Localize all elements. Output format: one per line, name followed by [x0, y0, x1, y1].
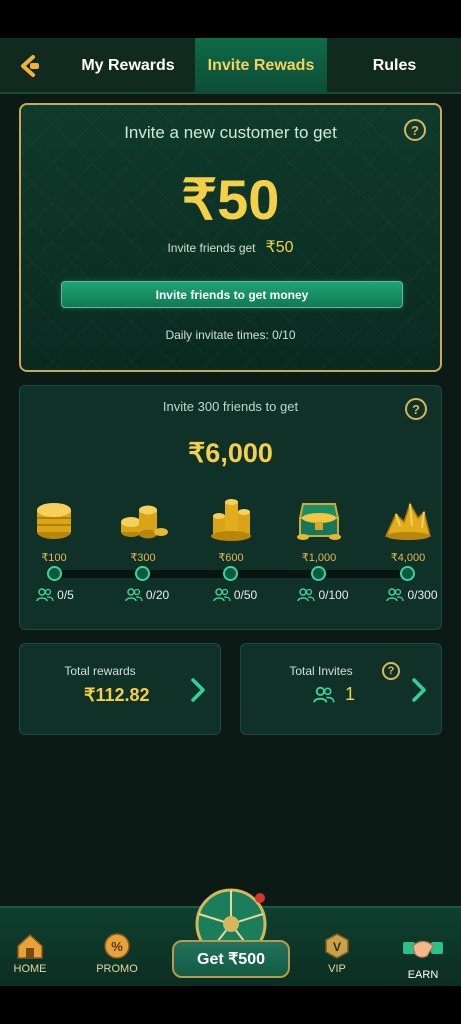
svg-text:V: V — [333, 940, 341, 954]
milestone-title: Invite 300 friends to get — [162, 399, 299, 414]
milestone-help-button[interactable]: ? — [405, 398, 427, 420]
system-nav-area — [0, 986, 461, 1024]
total-invites-row: 1 — [313, 684, 355, 705]
treasure-chest-icon — [297, 503, 341, 540]
tier-5: ₹4,000 — [378, 496, 438, 564]
invite-reward-amount: ₹50 — [181, 168, 280, 231]
tier-2: ₹300 — [113, 496, 173, 564]
tier-count: 0/100 — [288, 588, 358, 602]
question-icon: ? — [405, 398, 427, 420]
chevron-right-icon — [412, 678, 426, 702]
tier-count: 0/5 — [20, 588, 90, 602]
promo-icon: % — [104, 933, 130, 959]
milestone-card: Invite 300 friends to get ? ₹6,000 ₹100 … — [19, 385, 442, 630]
total-rewards-card[interactable]: Total rewards ₹112.82 — [19, 643, 221, 735]
tab-my-rewards[interactable]: My Rewards — [62, 38, 194, 94]
daily-invite-label: Daily invitate times: — [165, 328, 269, 342]
friends-get-label: Invite friends get — [167, 241, 256, 255]
tab-invite-rewards[interactable]: Invite Rewads — [195, 38, 327, 94]
tier-count: 0/300 — [377, 588, 447, 602]
svg-text:%: % — [111, 939, 123, 954]
milestone-dot — [311, 566, 326, 581]
users-icon — [125, 588, 143, 602]
invite-card-title: Invite a new customer to get — [124, 123, 337, 142]
milestone-dot — [47, 566, 62, 581]
users-icon — [36, 588, 54, 602]
users-icon — [213, 588, 231, 602]
tier-count: 0/50 — [200, 588, 270, 602]
tier-1: ₹100 — [24, 496, 84, 564]
milestone-dot — [223, 566, 238, 581]
invite-card: Invite a new customer to get ? ₹50 Invit… — [19, 103, 442, 372]
tier-count: 0/20 — [112, 588, 182, 602]
users-icon — [313, 686, 335, 703]
daily-invite-times: Daily invitate times: 0/10 — [21, 328, 440, 342]
friends-get-row: Invite friends get ₹50 — [21, 237, 440, 257]
tier-prize: ₹600 — [218, 552, 244, 564]
back-button[interactable] — [16, 52, 44, 80]
nav-vip-label: VIP — [328, 963, 346, 975]
milestone-dot — [400, 566, 415, 581]
vip-icon: V — [325, 933, 349, 959]
question-icon: ? — [404, 119, 426, 141]
get-bonus-button[interactable]: Get ₹500 — [172, 884, 290, 978]
total-rewards-value: ₹112.82 — [84, 685, 150, 705]
milestone-amount: ₹6,000 — [188, 438, 273, 468]
prize-wheel-icon — [195, 888, 267, 948]
milestone-dot — [135, 566, 150, 581]
coin-stack-icon — [37, 503, 71, 539]
status-bar — [0, 0, 461, 38]
invites-help-button[interactable]: ? — [382, 662, 400, 680]
tab-bar: My Rewards Invite Rewads Rules — [0, 38, 461, 94]
friends-get-amount: ₹50 — [265, 239, 294, 256]
tier-4: ₹1,000 — [289, 496, 349, 564]
total-rewards-label: Total rewards — [64, 664, 136, 678]
gold-mountain-icon — [384, 502, 431, 540]
tier-prize: ₹4,000 — [390, 552, 426, 564]
users-icon — [297, 588, 316, 602]
nav-home-label: HOME — [13, 963, 47, 975]
nav-home[interactable]: HOME — [0, 932, 62, 975]
tier-prize: ₹100 — [41, 552, 67, 564]
chevron-right-icon — [191, 678, 205, 702]
invite-help-button[interactable]: ? — [404, 119, 426, 141]
get-bonus-label: Get ₹500 — [172, 940, 290, 978]
total-invites-card[interactable]: Total Invites ? 1 — [240, 643, 442, 735]
coin-pile-icon — [121, 505, 168, 539]
nav-earn[interactable]: EARN — [391, 932, 455, 981]
tier-3: ₹600 — [201, 496, 261, 564]
users-icon — [386, 588, 405, 602]
nav-promo-label: PROMO — [96, 963, 138, 975]
invite-friends-button[interactable]: Invite friends to get money — [61, 281, 403, 308]
nav-earn-label: EARN — [407, 969, 439, 981]
tier-prize: ₹1,000 — [301, 552, 337, 564]
tab-rules[interactable]: Rules — [328, 38, 461, 94]
handshake-icon — [403, 940, 443, 958]
tier-prize: ₹300 — [130, 552, 156, 564]
back-arrow-icon — [21, 55, 39, 77]
question-icon: ? — [382, 662, 400, 680]
total-invites-value: 1 — [345, 684, 356, 704]
daily-invite-value: 0/10 — [272, 328, 296, 342]
coin-heap-icon — [211, 499, 251, 541]
nav-vip[interactable]: V VIP — [305, 932, 369, 975]
home-icon — [17, 933, 43, 959]
nav-promo[interactable]: % PROMO — [85, 932, 149, 975]
